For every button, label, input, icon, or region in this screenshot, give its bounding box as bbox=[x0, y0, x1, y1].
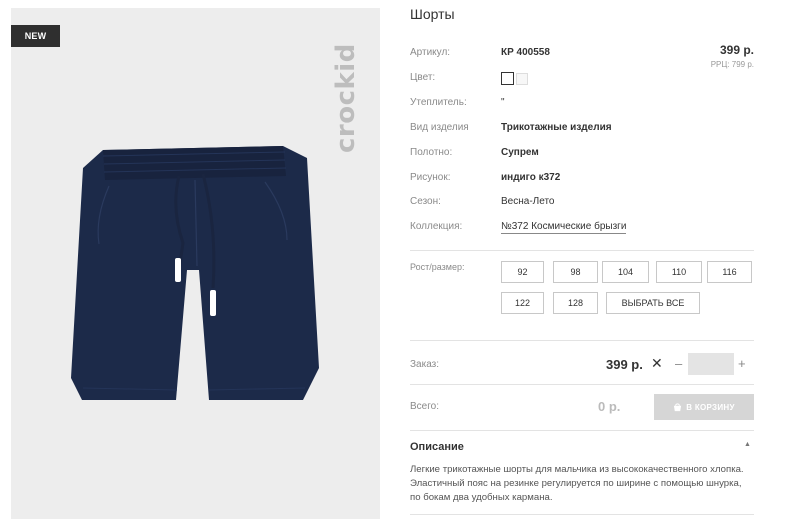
attr-label: Рисунок: bbox=[410, 172, 451, 183]
quantity-plus-button[interactable]: + bbox=[738, 356, 746, 371]
divider bbox=[410, 340, 754, 341]
new-badge: NEW bbox=[11, 25, 60, 47]
color-swatch[interactable] bbox=[516, 73, 528, 85]
cart-icon bbox=[674, 402, 682, 411]
divider bbox=[410, 514, 754, 515]
quantity-input[interactable] bbox=[688, 353, 734, 375]
size-option[interactable]: 110 bbox=[656, 261, 702, 283]
divider bbox=[410, 384, 754, 385]
attr-value: " bbox=[501, 97, 505, 108]
attr-value: индиго к372 bbox=[501, 172, 561, 183]
size-option[interactable]: 116 bbox=[707, 261, 752, 283]
size-option[interactable]: 128 bbox=[553, 292, 598, 314]
size-label: Рост/размер: bbox=[410, 262, 465, 272]
attr-label: Цвет: bbox=[410, 72, 436, 83]
size-option[interactable]: 122 bbox=[501, 292, 544, 314]
order-label: Заказ: bbox=[410, 359, 440, 370]
attr-label: Полотно: bbox=[410, 147, 453, 158]
chevron-up-icon[interactable]: ▲ bbox=[744, 441, 751, 448]
divider bbox=[410, 250, 754, 251]
attr-label: Коллекция: bbox=[410, 221, 463, 232]
total-label: Всего: bbox=[410, 401, 439, 412]
rrp-price: РРЦ: 799 р. bbox=[710, 60, 754, 69]
divider bbox=[410, 430, 754, 431]
product-image-panel: NEW crockid bbox=[11, 8, 380, 519]
attr-label: Сезон: bbox=[410, 196, 441, 207]
attr-value: Трикотажные изделия bbox=[501, 122, 612, 133]
brand-logo: crockid bbox=[321, 28, 371, 168]
collection-link[interactable]: №372 Космические брызги bbox=[501, 221, 627, 234]
close-icon[interactable]: ✕ bbox=[651, 355, 663, 372]
description-title[interactable]: Описание bbox=[410, 441, 464, 453]
quantity-minus-button[interactable]: – bbox=[675, 356, 682, 371]
size-option[interactable]: 98 bbox=[553, 261, 598, 283]
attr-label: Вид изделия bbox=[410, 122, 469, 133]
brand-logo-text: crockid bbox=[331, 43, 361, 153]
product-title: Шорты bbox=[410, 6, 455, 22]
size-option[interactable]: 92 bbox=[501, 261, 544, 283]
color-swatch-selected[interactable] bbox=[501, 72, 514, 85]
attr-label: Артикул: bbox=[410, 47, 451, 58]
total-value: 0 р. bbox=[598, 399, 621, 414]
description-text: Легкие трикотажные шорты для мальчика из… bbox=[410, 464, 744, 503]
size-option[interactable]: 104 bbox=[602, 261, 649, 283]
select-all-sizes-button[interactable]: ВЫБРАТЬ ВСЕ bbox=[606, 292, 700, 314]
attr-value: Супрем bbox=[501, 147, 539, 158]
add-to-cart-label: В КОРЗИНУ bbox=[686, 402, 735, 412]
attr-value: Весна-Лето bbox=[501, 196, 555, 207]
order-price: 399 р. bbox=[606, 357, 643, 372]
attr-value: КР 400558 bbox=[501, 47, 550, 58]
attr-label: Утеплитель: bbox=[410, 97, 467, 108]
add-to-cart-button[interactable]: В КОРЗИНУ bbox=[654, 394, 754, 420]
price: 399 р. bbox=[719, 43, 754, 57]
